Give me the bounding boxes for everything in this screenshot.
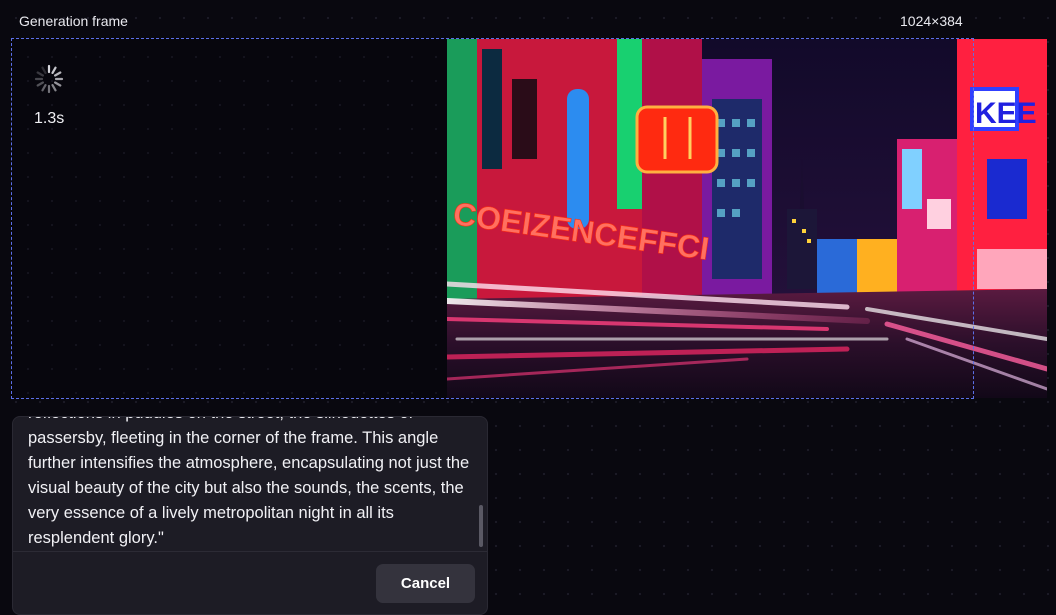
prompt-scrollbar[interactable] [479, 505, 483, 547]
prompt-text: reflections in puddles on the street, th… [28, 417, 470, 547]
frame-label: Generation frame [19, 13, 128, 29]
frame-size-label: 1024×384 [900, 13, 963, 29]
prompt-panel: reflections in puddles on the street, th… [12, 416, 488, 615]
generation-frame-border [11, 38, 974, 399]
panel-divider [13, 551, 487, 552]
cancel-button[interactable]: Cancel [376, 564, 475, 603]
neon-sign-right-text: KEE [975, 97, 1037, 130]
